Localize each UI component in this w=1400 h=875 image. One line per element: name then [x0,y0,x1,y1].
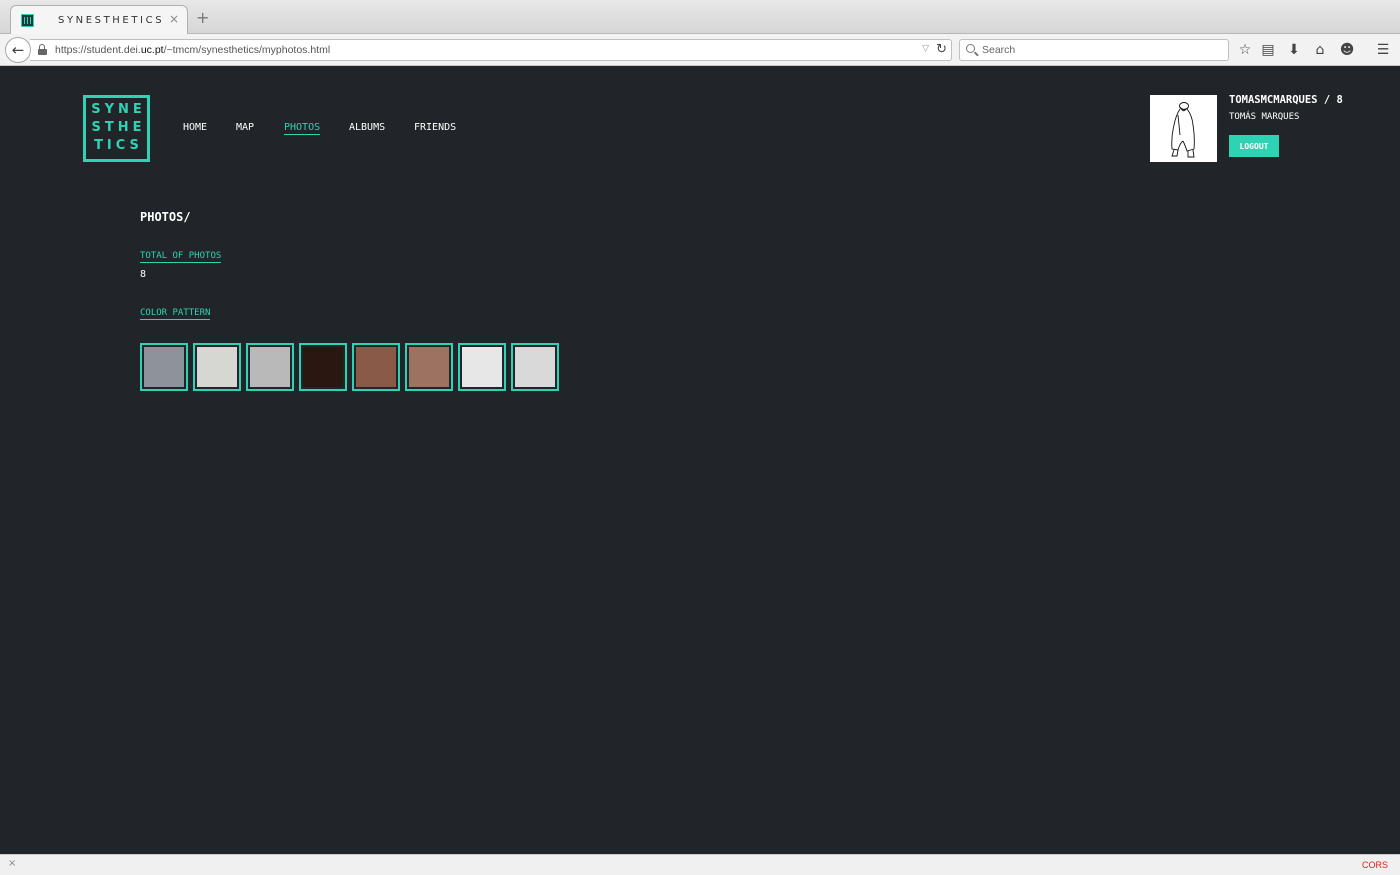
search-placeholder: Search [982,44,1016,56]
status-bar: × CORS [0,854,1400,875]
color-swatch[interactable] [140,343,188,391]
arrow-left-icon: ← [11,41,25,59]
back-button[interactable]: ← [5,37,31,63]
search-icon [966,44,975,53]
username-photo-count[interactable]: TOMASMCMARQUES / 8 [1229,94,1343,106]
color-pattern-label: COLOR PATTERN [140,308,211,320]
site-logo[interactable]: SYNE STHE TICS [83,95,150,162]
nav-home[interactable]: HOME [183,122,207,133]
status-close-icon[interactable]: × [8,858,16,869]
bookmark-star-icon[interactable]: ☆ [1236,41,1254,59]
site-favicon-icon [21,14,34,27]
page-content: SYNE STHE TICS HOME MAP PHOTOS ALBUMS FR… [0,66,1400,854]
cors-badge[interactable]: CORS [1362,860,1388,870]
color-swatch-fill [515,347,555,387]
color-swatch[interactable] [246,343,294,391]
total-photos-label: TOTAL OF PHOTOS [140,251,222,263]
total-photos-value: 8 [140,269,147,280]
color-swatch[interactable] [405,343,453,391]
url-dropdown-icon[interactable]: ▽ [922,44,929,54]
logo-line: SYNE [91,102,146,117]
color-pattern-swatches [140,343,559,391]
nav-map[interactable]: MAP [236,122,254,133]
nav-friends[interactable]: FRIENDS [414,122,456,133]
lock-icon [38,44,47,55]
color-swatch-fill [409,347,449,387]
home-icon[interactable]: ⌂ [1311,41,1329,59]
logo-line: TICS [94,138,143,153]
color-swatch[interactable] [352,343,400,391]
url-path: /~tmcm/synesthetics/myphotos.html [163,44,331,56]
reading-list-icon[interactable]: ▤ [1259,41,1277,59]
color-swatch-fill [197,347,237,387]
new-tab-button[interactable]: + [196,10,209,26]
download-icon[interactable]: ⬇ [1285,41,1303,59]
full-name: TOMÁS MARQUES [1229,112,1300,122]
chat-icon[interactable]: ☻ [1338,41,1356,59]
color-swatch-fill [303,347,343,387]
tab-title: SYNESTHETICS [58,15,165,26]
color-swatch[interactable] [458,343,506,391]
nav-photos[interactable]: PHOTOS [284,122,321,135]
color-swatch-fill [144,347,184,387]
logout-button[interactable]: LOGOUT [1229,135,1279,157]
color-swatch-fill [356,347,396,387]
browser-nav-bar: https://student.dei.uc.pt/~tmcm/synesthe… [0,34,1400,66]
url-prefix: https://student.dei. [55,44,141,56]
reload-icon[interactable]: ↻ [936,42,947,57]
page-title: PHOTOS/ [140,210,191,224]
color-swatch[interactable] [511,343,559,391]
url-text[interactable]: https://student.dei.uc.pt/~tmcm/synesthe… [55,44,330,56]
color-swatch[interactable] [299,343,347,391]
color-swatch-fill [250,347,290,387]
url-bar[interactable]: https://student.dei.uc.pt/~tmcm/synesthe… [30,39,952,61]
color-swatch-fill [462,347,502,387]
search-input[interactable]: Search [959,39,1229,61]
menu-icon[interactable]: ☰ [1374,41,1392,59]
browser-tab[interactable]: SYNESTHETICS × [10,5,188,35]
nav-albums[interactable]: ALBUMS [349,122,385,133]
avatar[interactable] [1150,95,1217,162]
color-swatch[interactable] [193,343,241,391]
tab-close-icon[interactable]: × [169,12,179,26]
logo-line: STHE [91,120,146,135]
person-sketch-icon [1171,102,1195,158]
url-domain: uc.pt [140,44,164,56]
browser-tab-bar: SYNESTHETICS × + [0,0,1400,35]
